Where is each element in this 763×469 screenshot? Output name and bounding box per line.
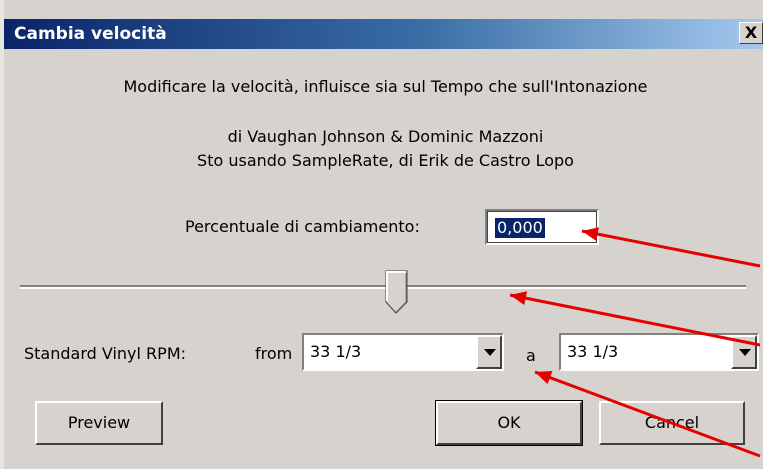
annotation-arrow-to	[534, 370, 761, 458]
annotation-arrow-to-head	[535, 371, 553, 385]
annotation-arrow-percent-head	[582, 227, 600, 241]
annotation-arrow-slider	[509, 293, 761, 347]
annotation-arrows	[509, 227, 761, 458]
annotation-arrow-slider-head	[510, 291, 528, 306]
annotation-arrow-percent	[581, 229, 761, 268]
